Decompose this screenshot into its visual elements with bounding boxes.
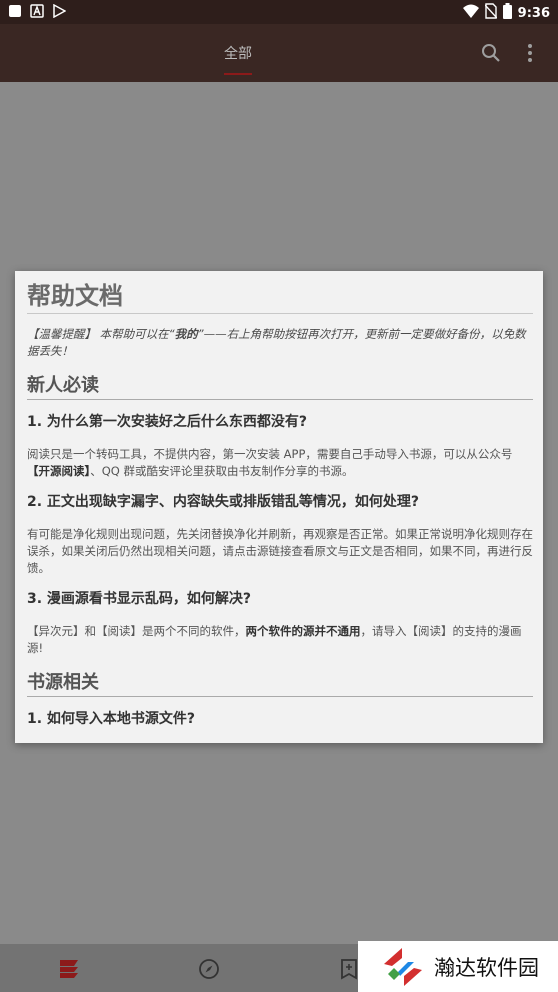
answer-1-text: 阅读只是一个转码工具，不提供内容，第一次安装 APP，需要自己手动导入书源，可以… [27, 447, 513, 461]
answer-3-bold: 两个软件的源并不通用 [245, 624, 361, 638]
question-3: 3. 漫画源看书显示乱码，如何解决? [27, 591, 252, 607]
status-time: 9:36 [517, 5, 550, 21]
top-app-bar: 全部 [0, 24, 558, 82]
tip-bold: 我的 [174, 327, 198, 341]
answer-3-text: 【异次元】和【阅读】是两个不同的软件， [27, 624, 246, 638]
a-icon [30, 4, 44, 18]
more-vert-icon[interactable] [520, 41, 540, 65]
explore-icon[interactable] [196, 956, 222, 982]
answer-3: 【异次元】和【阅读】是两个不同的软件，两个软件的源并不通用，请导入【阅读】的支持… [27, 623, 533, 657]
tip-text: 本帮助可以在“ [96, 327, 175, 341]
section-heading-newbie: 新人必读 [27, 374, 533, 400]
watermark-logo-icon [380, 944, 426, 990]
answer-1: 阅读只是一个转码工具，不提供内容，第一次安装 APP，需要自己手动导入书源，可以… [27, 446, 533, 480]
search-icon[interactable] [479, 41, 503, 65]
warm-tip: 【温馨提醒】 本帮助可以在“我的”——右上角帮助按钮再次打开，更新前一定要做好备… [27, 326, 533, 360]
help-dialog: 帮助文档 【温馨提醒】 本帮助可以在“我的”——右上角帮助按钮再次打开，更新前一… [15, 271, 543, 743]
answer-2: 有可能是净化规则出现问题，先关闭替换净化并刷新，再观察是否正常。如果正常说明净化… [27, 527, 533, 575]
question-2: 2. 正文出现缺字漏字、内容缺失或排版错乱等情况，如何处理? [27, 494, 420, 510]
watermark-text: 瀚达软件园 [434, 955, 539, 980]
play-icon [52, 4, 66, 18]
bookshelf-icon[interactable] [56, 956, 82, 982]
wifi-icon [462, 4, 479, 22]
answer-1-tail: 、QQ 群或酷安评论里获取由书友制作分享的书源。 [90, 464, 354, 478]
no-sim-icon [484, 3, 498, 23]
question-4: 1. 如何导入本地书源文件? [27, 711, 196, 727]
answer-1-bold: 【开源阅读】 [27, 464, 91, 478]
battery-icon [502, 3, 512, 23]
tip-prefix: 【温馨提醒】 [27, 327, 96, 341]
tab-indicator [224, 73, 252, 75]
watermark: 瀚达软件园 [358, 941, 558, 992]
dialog-title: 帮助文档 [27, 281, 533, 314]
section-heading-source: 书源相关 [27, 671, 533, 697]
question-1: 1. 为什么第一次安装好之后什么东西都没有? [27, 414, 308, 430]
status-bar: 9:36 [0, 0, 558, 24]
help-content[interactable]: 帮助文档 【温馨提醒】 本帮助可以在“我的”——右上角帮助按钮再次打开，更新前一… [27, 281, 533, 729]
square-icon [8, 4, 22, 18]
